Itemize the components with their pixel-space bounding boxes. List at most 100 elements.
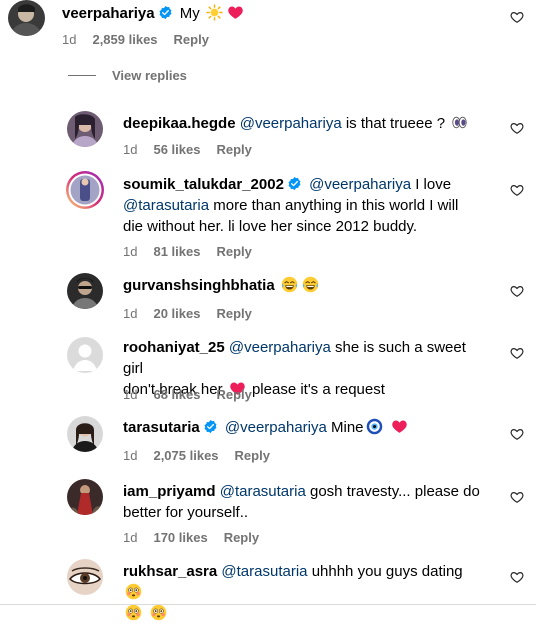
mention-link[interactable]: @veerpahariya <box>240 115 342 132</box>
comment-likes[interactable]: 81 likes <box>153 244 200 259</box>
flushed-emoji-icon <box>150 604 167 621</box>
comment-time: 1d <box>123 530 138 545</box>
verified-badge-icon <box>287 176 302 191</box>
comment-text: more than anything in this world I will <box>213 197 459 214</box>
comment: rukhsar_asra @tarasutaria uhhhh you guys… <box>0 559 536 605</box>
comment-body: deepikaa.hegde @veerpahariya is that tru… <box>123 113 486 134</box>
comment-body: veerpahariya My <box>62 3 486 24</box>
comment-meta: 1d 2,075 likes Reply <box>123 448 286 463</box>
comment: gurvanshsinghbhatia 1d 20 likes Reply <box>0 273 536 325</box>
laughing-emoji-icon <box>302 276 319 293</box>
comment: soumik_talukdar_2002 @veerpahariya I lov… <box>0 170 536 264</box>
comment-body: rukhsar_asra @tarasutaria uhhhh you guys… <box>123 561 486 624</box>
comment-username[interactable]: roohaniyat_25 <box>123 339 225 356</box>
reply-button[interactable]: Reply <box>224 530 259 545</box>
bottom-divider <box>0 604 536 605</box>
mention-link[interactable]: @tarasutaria <box>221 563 307 580</box>
comment: deepikaa.hegde @veerpahariya is that tru… <box>0 110 536 160</box>
reply-button[interactable]: Reply <box>216 306 251 321</box>
like-heart-icon[interactable] <box>510 10 524 24</box>
comment-likes[interactable]: 2,859 likes <box>92 32 157 47</box>
comment-username[interactable]: deepikaa.hegde <box>123 115 236 132</box>
comment-meta: 1d 81 likes Reply <box>123 244 268 259</box>
comment-body: iam_priyamd @tarasutaria gosh travesty..… <box>123 481 486 523</box>
comment-likes[interactable]: 170 likes <box>153 530 207 545</box>
comment-meta: 1d 170 likes Reply <box>123 530 275 545</box>
flushed-emoji-icon <box>125 604 142 621</box>
comment-time: 1d <box>123 448 138 463</box>
comment-likes[interactable]: 20 likes <box>153 306 200 321</box>
comment-time: 1d <box>123 306 138 321</box>
comment-username[interactable]: rukhsar_asra <box>123 563 217 580</box>
like-heart-icon[interactable] <box>510 490 524 504</box>
avatar[interactable] <box>67 559 103 595</box>
comment: iam_priyamd @tarasutaria gosh travesty..… <box>0 479 536 551</box>
eyes-emoji-icon <box>451 114 468 131</box>
comment-time: 1d <box>123 142 138 157</box>
avatar-with-story-ring[interactable] <box>65 170 105 210</box>
comment-text: better for yourself.. <box>123 504 249 521</box>
sun-emoji-icon <box>206 4 223 21</box>
like-heart-icon[interactable] <box>510 284 524 298</box>
reply-button[interactable]: Reply <box>216 244 251 259</box>
comment-username[interactable]: tarasutaria <box>123 419 200 436</box>
comment-text: is that trueee ? <box>345 115 446 132</box>
mention-link[interactable]: @veerpahariya <box>225 419 327 436</box>
avatar[interactable] <box>67 111 103 147</box>
comment: roohaniyat_25 @veerpahariya she is such … <box>0 336 536 408</box>
laughing-emoji-icon <box>281 276 298 293</box>
reply-button[interactable]: Reply <box>216 142 251 157</box>
heart-emoji-icon <box>227 4 244 21</box>
like-heart-icon[interactable] <box>510 121 524 135</box>
comment-text: gosh travesty... please do <box>310 483 480 500</box>
default-avatar[interactable] <box>67 337 103 373</box>
comment: tarasutaria @veerpahariya Mine 1d 2,075 l… <box>0 416 536 468</box>
comment-likes[interactable]: 2,075 likes <box>153 448 218 463</box>
view-replies-label: View replies <box>112 68 187 83</box>
comment-body: gurvanshsinghbhatia <box>123 275 486 296</box>
comment-body: soumik_talukdar_2002 @veerpahariya I lov… <box>123 174 486 237</box>
comment-text: My <box>179 5 200 22</box>
mention-link[interactable]: @tarasutaria <box>220 483 306 500</box>
comment: veerpahariya My 1d 2,859 likes Reply <box>0 0 536 60</box>
like-heart-icon[interactable] <box>510 570 524 584</box>
comment-time: 1d <box>62 32 77 47</box>
comment-time: 1d <box>123 244 138 259</box>
heart-emoji-icon <box>391 418 408 435</box>
avatar[interactable] <box>67 416 103 452</box>
comment-username[interactable]: iam_priyamd <box>123 483 216 500</box>
comment-meta: 1d 20 likes Reply <box>123 306 268 321</box>
view-replies-button[interactable]: View replies <box>68 68 187 83</box>
comment-likes[interactable]: 56 likes <box>153 142 200 157</box>
comment-meta: 1d 56 likes Reply <box>123 142 268 157</box>
comment-meta: 1d 2,859 likes Reply <box>62 32 225 47</box>
like-heart-icon[interactable] <box>510 346 524 360</box>
comment-username[interactable]: soumik_talukdar_2002 <box>123 176 284 193</box>
comment-time: 1d <box>123 387 138 402</box>
divider-line <box>68 75 96 76</box>
comment-text: I love <box>415 176 452 193</box>
mention-link[interactable]: @veerpahariya <box>309 176 411 193</box>
comment-meta: 1d 68 likes Reply <box>123 387 268 402</box>
comment-text: Mine <box>331 419 364 436</box>
comment-username[interactable]: gurvanshsinghbhatia <box>123 277 275 294</box>
reply-button[interactable]: Reply <box>216 387 251 402</box>
nazar-amulet-emoji-icon <box>366 418 383 435</box>
mention-link[interactable]: @veerpahariya <box>229 339 331 356</box>
verified-badge-icon <box>158 5 173 20</box>
avatar[interactable] <box>67 273 103 309</box>
reply-button[interactable]: Reply <box>174 32 209 47</box>
verified-badge-icon <box>203 419 218 434</box>
avatar[interactable] <box>67 479 103 515</box>
comment-text: die without her. li love her since 2012 … <box>123 218 418 235</box>
reply-button[interactable]: Reply <box>235 448 270 463</box>
like-heart-icon[interactable] <box>510 183 524 197</box>
mention-link[interactable]: @tarasutaria <box>123 197 209 214</box>
like-heart-icon[interactable] <box>510 427 524 441</box>
comment-text: uhhhh you guys dating <box>311 563 463 580</box>
flushed-emoji-icon <box>125 583 142 600</box>
avatar[interactable] <box>8 0 45 36</box>
comment-username[interactable]: veerpahariya <box>62 5 155 22</box>
comment-body: tarasutaria @veerpahariya Mine <box>123 417 486 438</box>
comment-likes[interactable]: 68 likes <box>153 387 200 402</box>
